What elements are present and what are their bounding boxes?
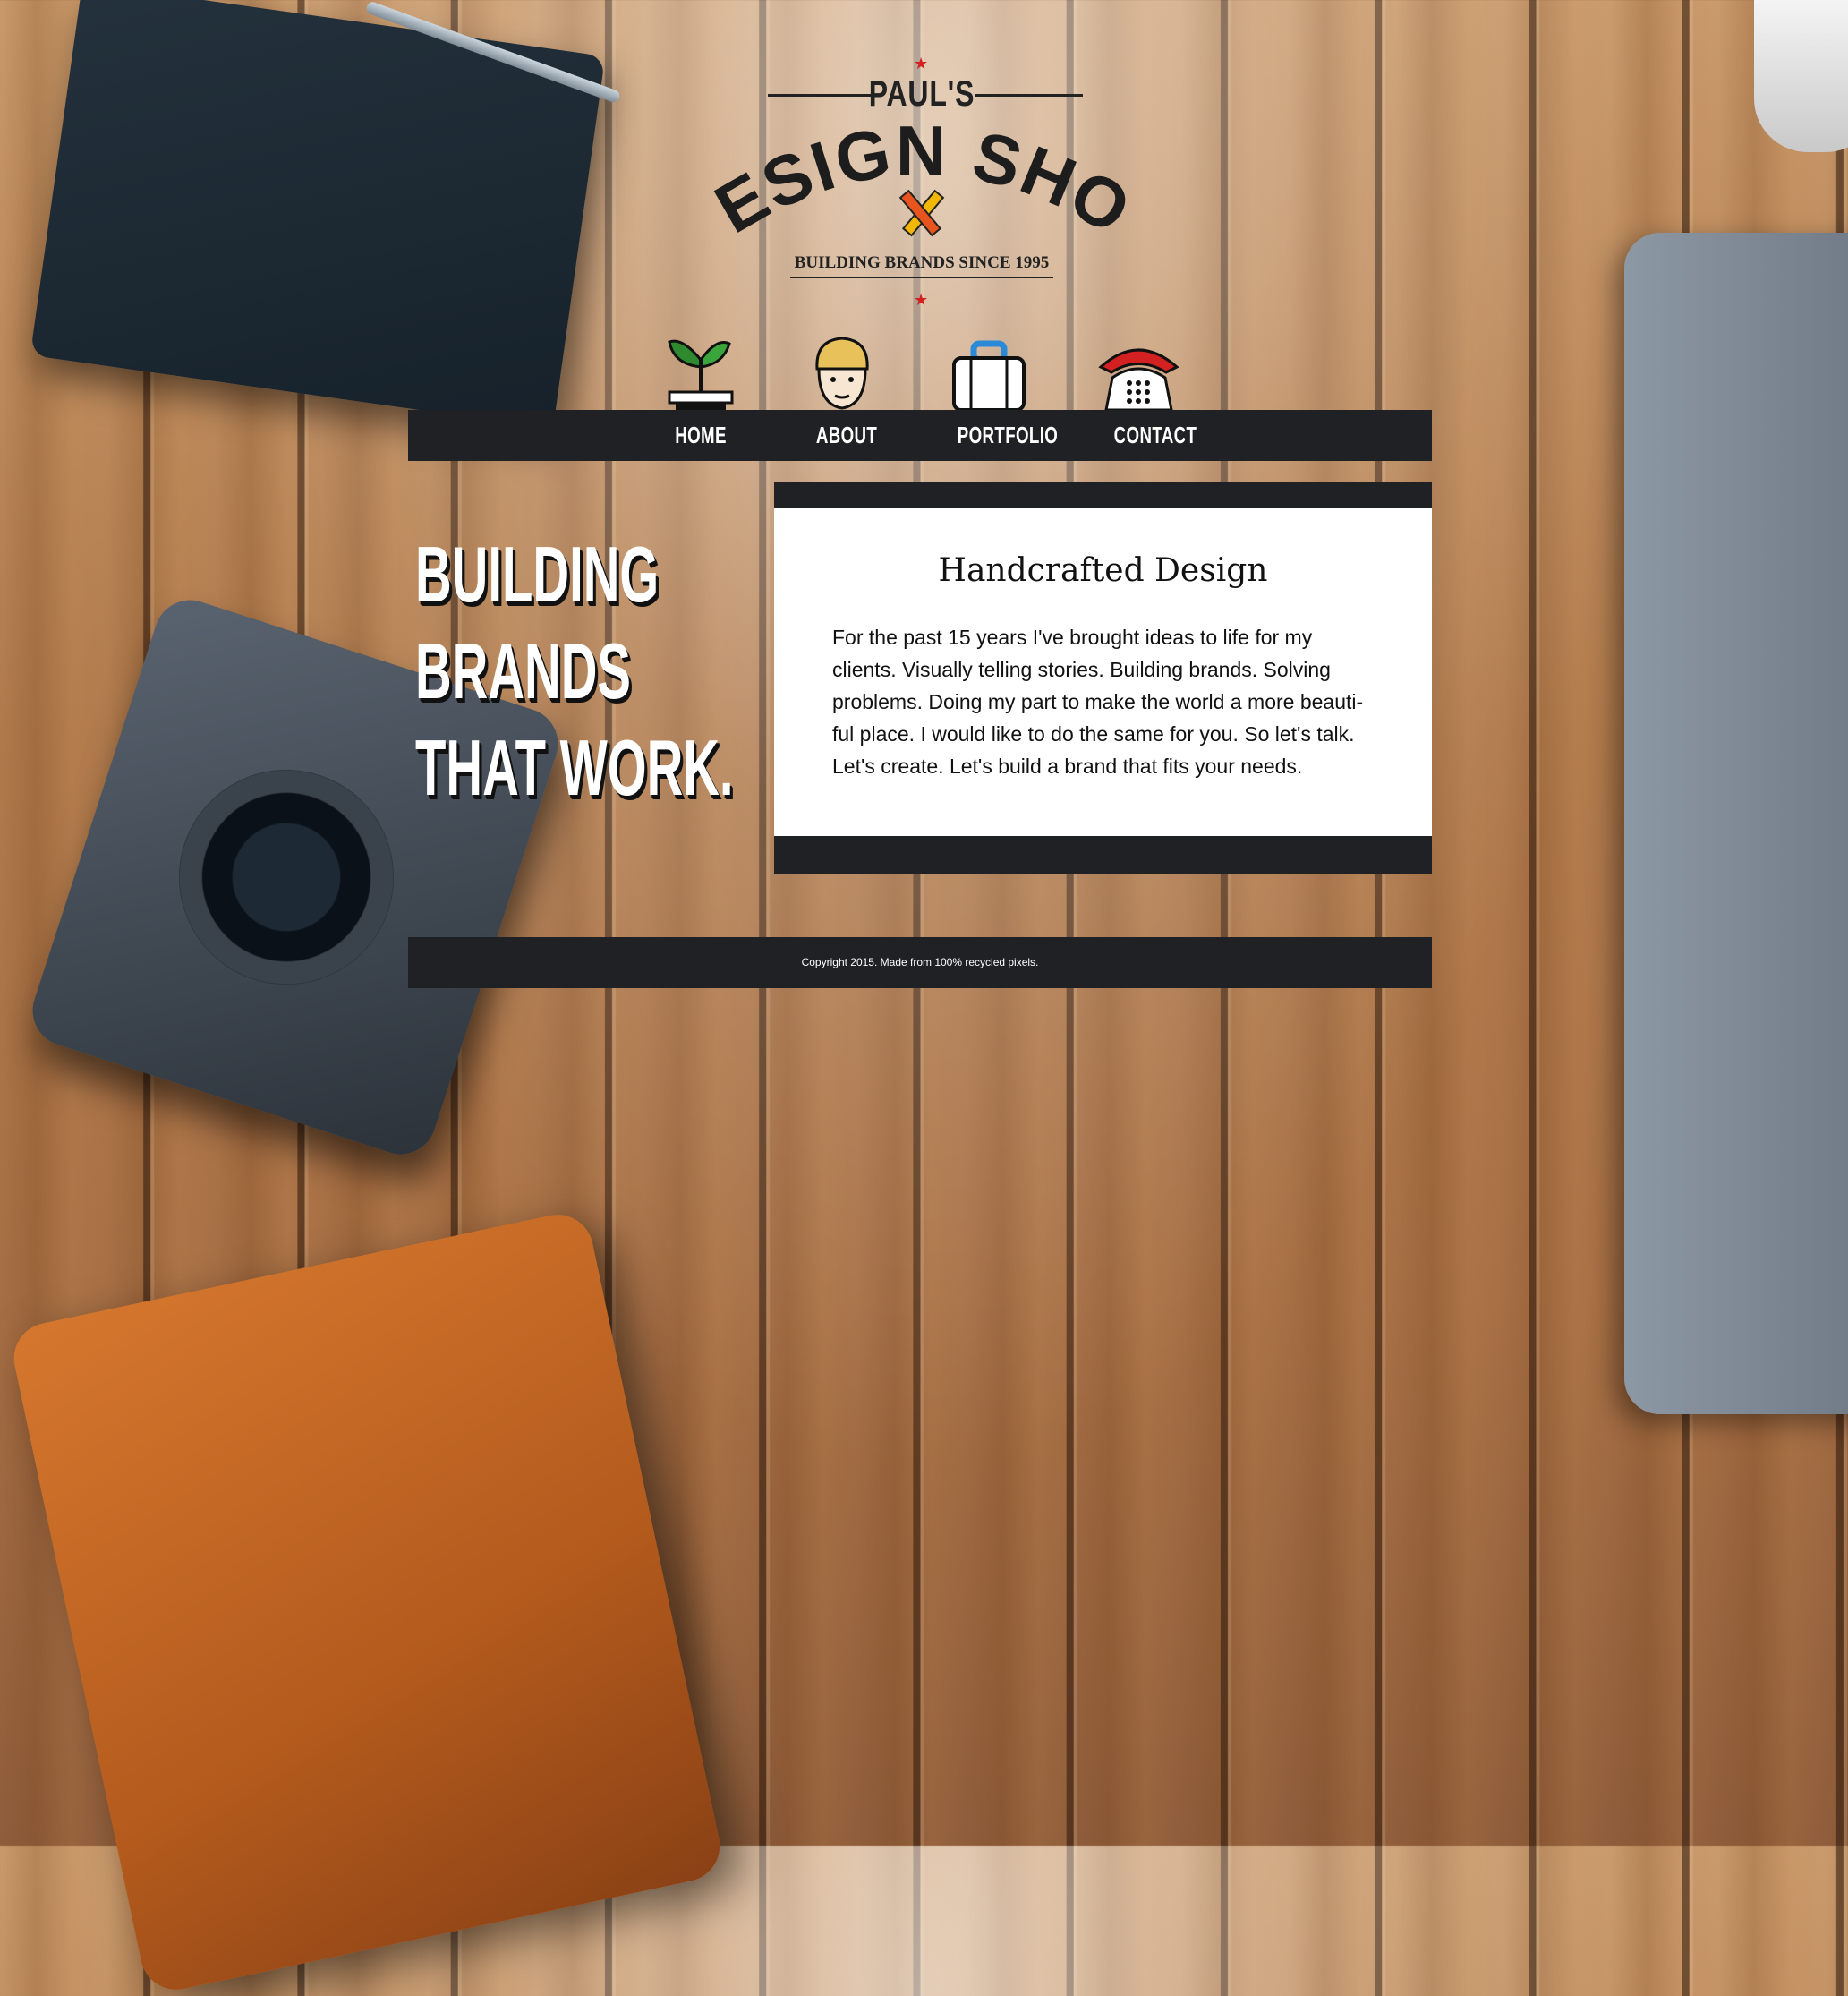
card-body-line: ful place. I would like to do the same f… <box>832 722 1355 746</box>
copyright-text: Copyright 2015. Made from 100% recycled … <box>801 956 1039 968</box>
mouse-image <box>1754 0 1848 152</box>
nav-contact-link[interactable]: CONTACT <box>1101 410 1210 461</box>
main-nav-bar: HOME ABOUT PORTFOLIO CONTACT <box>408 410 1432 461</box>
card-title: Handcrafted Design <box>938 552 1268 589</box>
plant-icon <box>665 333 737 414</box>
logo-tagline: BUILDING BRANDS SINCE 1995 <box>790 253 1053 278</box>
laptop-image <box>1624 233 1848 1414</box>
card-body-line: Let's create. Let's build a brand that f… <box>832 755 1303 778</box>
nav-portfolio-link[interactable]: PORTFOLIO <box>947 410 1069 461</box>
logo-pauls: PAUL'S <box>868 74 975 114</box>
face-icon <box>806 333 878 414</box>
star-icon: ★ <box>914 55 929 73</box>
card-body-line: For the past 15 years I've brought ideas… <box>832 626 1313 649</box>
hero-line: THAT WORK. <box>415 723 734 812</box>
nav-about-link[interactable]: ABOUT <box>802 410 892 461</box>
logo-main-text: DESIGN SHOP <box>681 62 1143 255</box>
site-logo[interactable]: ★ PAUL'S DESIGN SHOP BUILDING BRANDS SIN… <box>681 49 1143 318</box>
intro-card: Handcrafted Design For the past 15 years… <box>774 482 1432 874</box>
svg-text:DESIGN SHOP: DESIGN SHOP <box>707 125 1137 250</box>
pencil-icon <box>898 189 945 237</box>
logo-main-label: DESIGN SHOP <box>681 62 1143 250</box>
hero-line: BRANDS <box>415 627 631 715</box>
card-top-bar <box>774 482 1432 508</box>
hero-line: BUILDING <box>415 530 660 618</box>
card-body-line: clients. Visually telling stories. Build… <box>832 658 1331 681</box>
card-bottom-bar <box>774 836 1432 874</box>
briefcase-icon <box>949 333 1026 414</box>
card-body: For the past 15 years I've brought ideas… <box>832 621 1387 782</box>
nav-home-link[interactable]: HOME <box>659 410 743 461</box>
telephone-icon <box>1096 333 1181 414</box>
star-icon: ★ <box>914 291 929 309</box>
card-body-line: problems. Doing my part to make the worl… <box>832 690 1364 713</box>
license-plate-image <box>7 1207 727 1996</box>
footer-bar: Copyright 2015. Made from 100% recycled … <box>408 937 1432 988</box>
hero-heading: BUILDING BRANDS THAT WORK. <box>415 526 755 816</box>
